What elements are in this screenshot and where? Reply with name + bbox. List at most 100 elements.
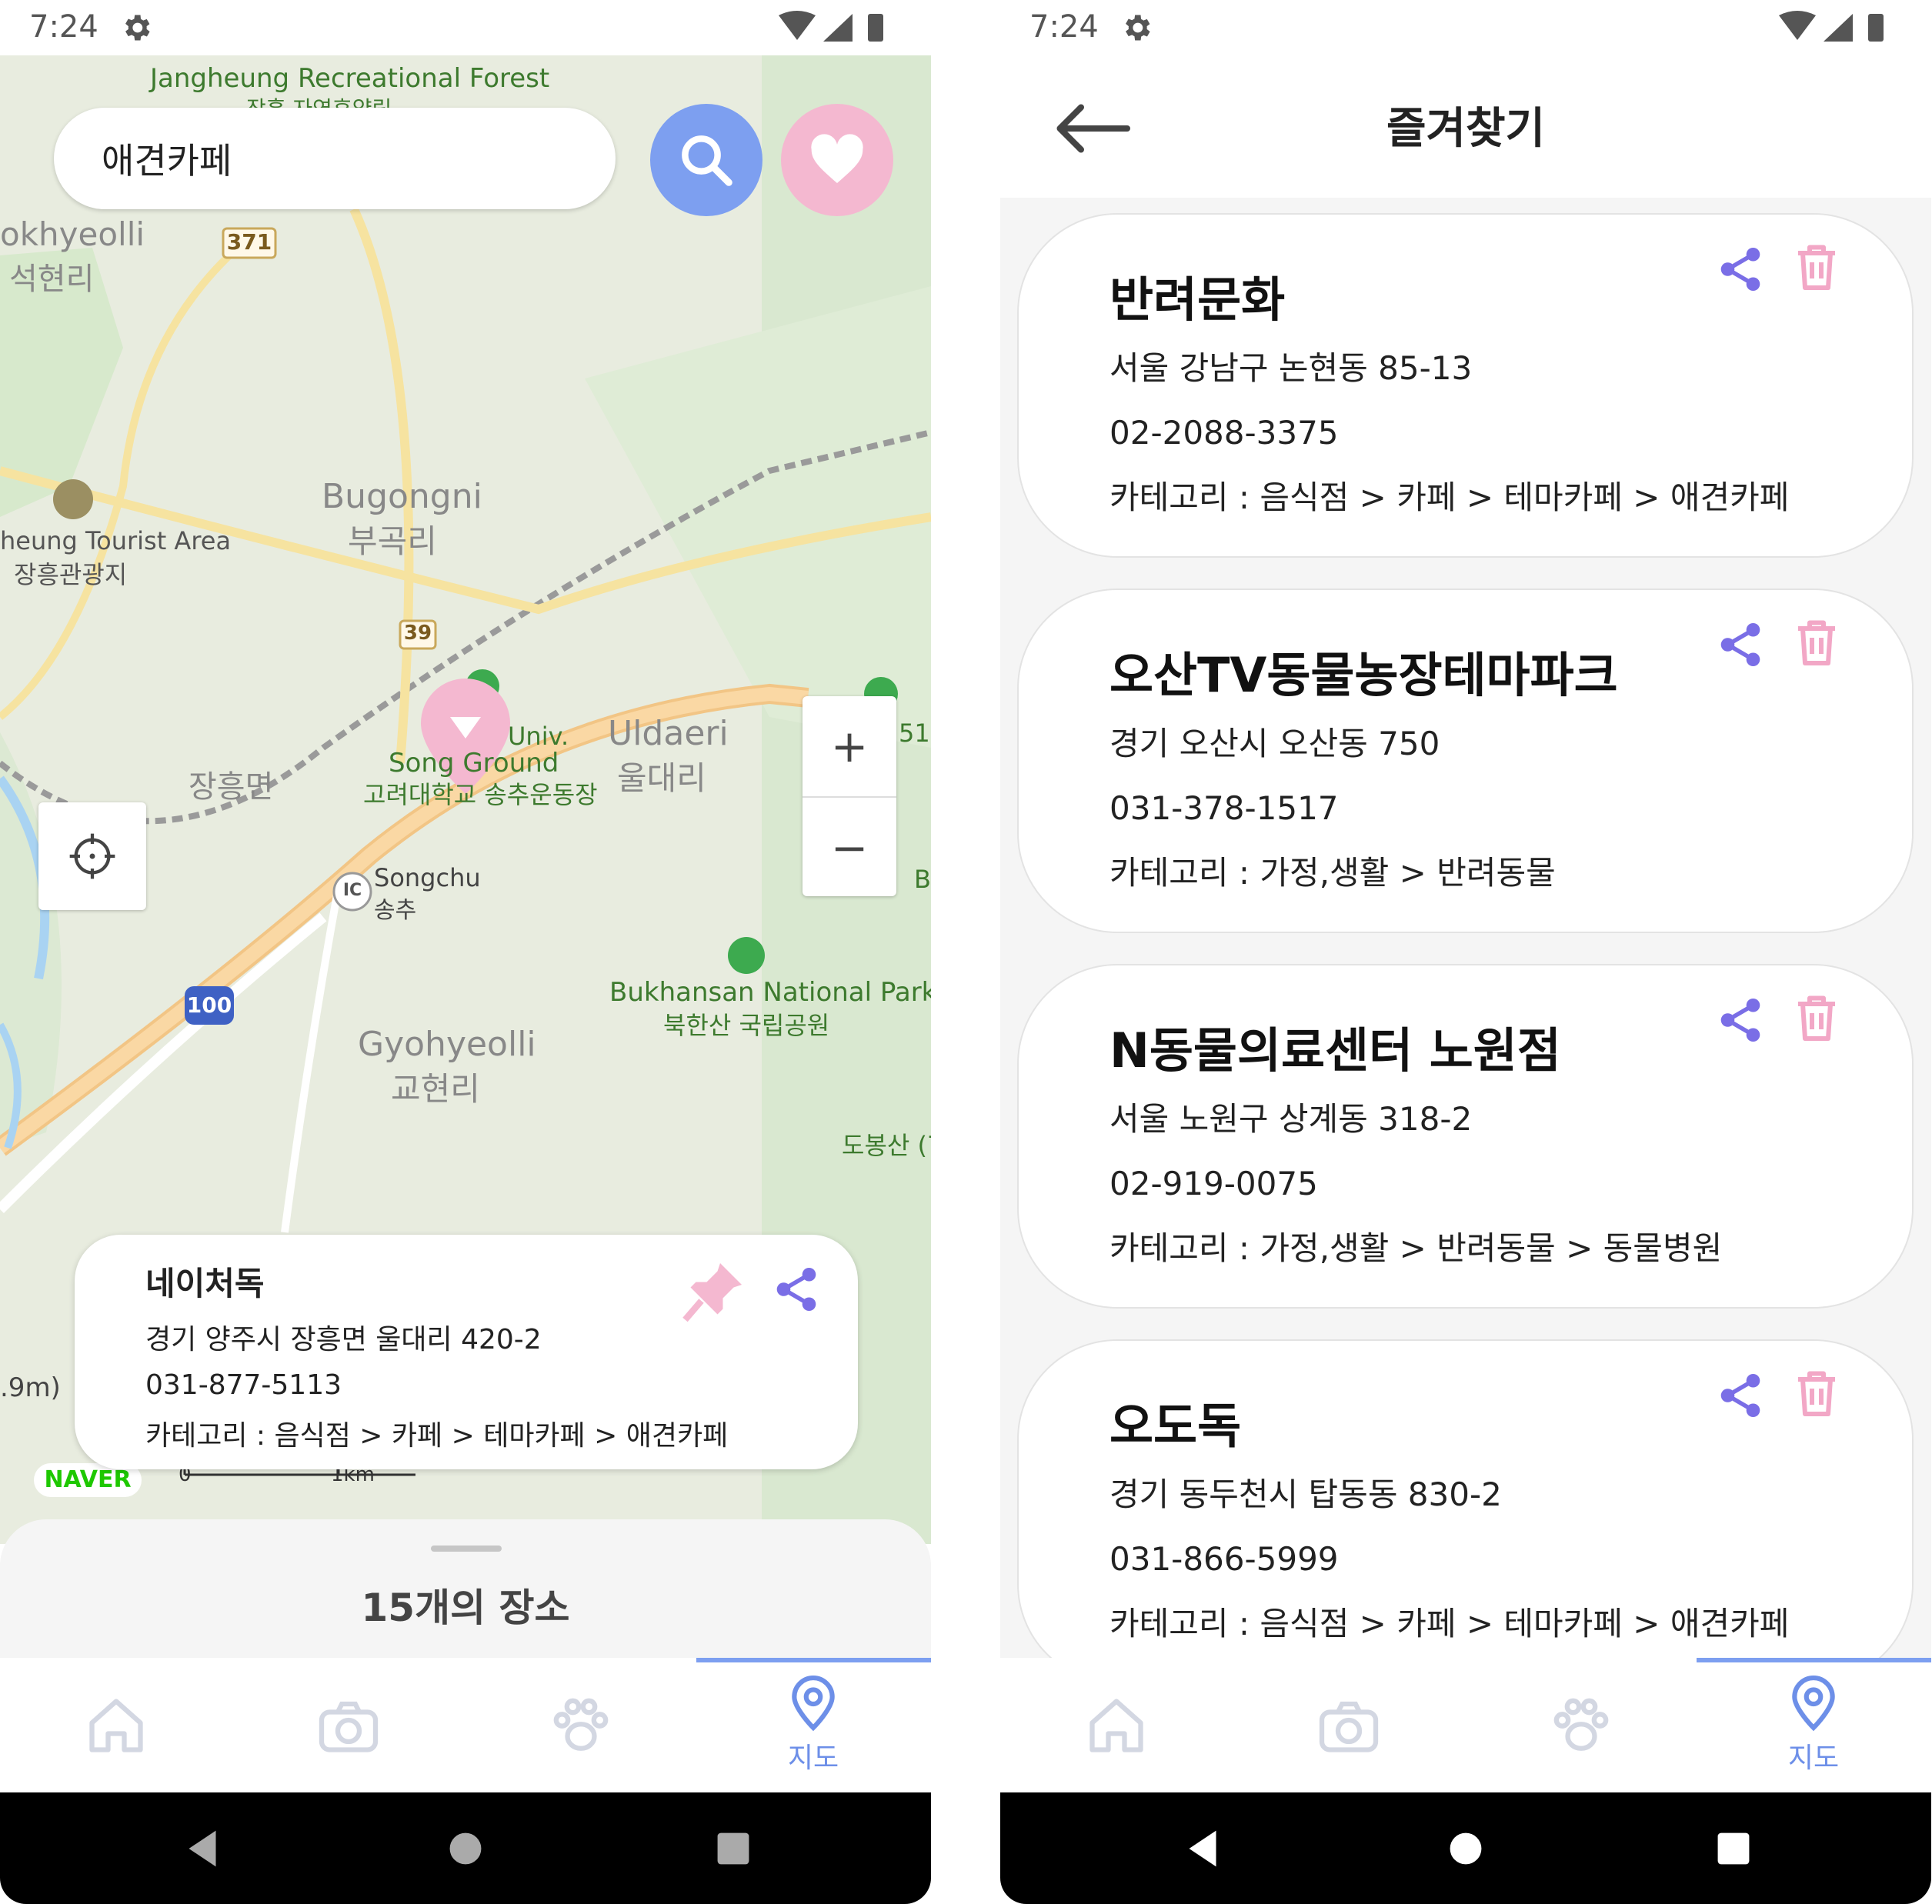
place-list-sheet[interactable]: 15개의 장소 xyxy=(0,1519,931,1658)
map-label-tourist-ko: 장흥관광지 xyxy=(14,560,128,589)
place-card[interactable]: 네이처독 경기 양주시 장흥면 울대리 420-2 031-877-5113 카… xyxy=(75,1235,858,1469)
map-label-gyohyeolli-ko: 교현리 xyxy=(391,1070,480,1108)
map-label-univ-ko: 고려대학교 송추운동장 xyxy=(363,780,598,809)
nav-map-label: 지도 xyxy=(1787,1742,1840,1774)
signal-icon xyxy=(1824,14,1853,42)
map-label-ic: IC xyxy=(342,881,362,900)
map-label-univ: Univ. xyxy=(508,722,569,751)
search-button[interactable] xyxy=(650,104,762,216)
favorite-card[interactable]: N동물의료센터 노원점 서울 노원구 상계동 318-2 02-919-0075… xyxy=(1017,964,1914,1309)
paw-icon xyxy=(553,1698,609,1751)
home-icon xyxy=(1089,1698,1143,1752)
map-label-forest: Jangheung Recreational Forest xyxy=(150,63,550,94)
map-label-song-ground: Song Ground xyxy=(389,748,559,779)
back-triangle-icon[interactable] xyxy=(175,1822,229,1876)
favorite-address: 서울 노원구 상계동 318-2 xyxy=(1109,1100,1473,1138)
heart-icon xyxy=(811,134,863,183)
map-label-seokhyeolli: okhyeolli xyxy=(0,215,145,253)
share-icon[interactable] xyxy=(1715,995,1766,1045)
sheet-handle[interactable] xyxy=(431,1546,502,1552)
trash-icon[interactable] xyxy=(1789,239,1844,295)
system-status-icons xyxy=(779,11,883,42)
map-label-forest-ko: 장흥 자연휴양림 xyxy=(246,92,392,108)
map-view[interactable]: Jangheung Recreational Forest 장흥 자연휴양림 o… xyxy=(0,55,931,1544)
camera-icon xyxy=(1319,1701,1379,1752)
camera-icon xyxy=(319,1701,379,1752)
nav-map-label: 지도 xyxy=(787,1742,839,1774)
share-icon[interactable] xyxy=(1715,1370,1766,1421)
map-label-gyohyeolli: Gyohyeolli xyxy=(358,1025,536,1064)
favorite-phone: 02-2088-3375 xyxy=(1109,414,1339,452)
gear-icon xyxy=(1126,15,1150,41)
zoom-in-button[interactable]: + xyxy=(802,696,896,796)
favorites-list[interactable]: 반려문화 서울 강남구 논현동 85-13 02-2088-3375 카테고리 … xyxy=(1000,198,1931,1658)
favorites-button[interactable] xyxy=(781,104,893,216)
favorite-address: 서울 강남구 논현동 85-13 xyxy=(1109,349,1473,387)
map-label-songchu-ko: 송추 xyxy=(374,897,417,924)
bottom-nav: 지도 xyxy=(0,1658,931,1792)
wifi-icon xyxy=(1779,11,1816,40)
zoom-out-button[interactable]: − xyxy=(802,796,896,898)
trash-icon[interactable] xyxy=(1789,990,1844,1045)
favorite-card[interactable]: 반려문화 서울 강남구 논현동 85-13 02-2088-3375 카테고리 … xyxy=(1017,213,1914,558)
home-icon xyxy=(89,1698,143,1752)
system-nav-bar xyxy=(0,1792,931,1904)
map-label-9m: .9m) xyxy=(0,1372,61,1403)
map-label-b: B xyxy=(914,865,931,894)
nav-camera[interactable] xyxy=(1233,1658,1465,1792)
share-icon[interactable] xyxy=(771,1264,822,1315)
favorite-phone: 02-919-0075 xyxy=(1109,1165,1318,1202)
route-100-label: 100 xyxy=(186,992,232,1018)
trash-icon[interactable] xyxy=(1789,1365,1844,1421)
map-screen: 7:24 Jangheung Recreational Forest okhye… xyxy=(0,0,931,1904)
nav-home[interactable] xyxy=(0,1658,232,1792)
battery-icon xyxy=(868,14,883,42)
trash-icon[interactable] xyxy=(1789,615,1844,670)
favorite-address: 경기 오산시 오산동 750 xyxy=(1109,725,1440,762)
map-marker-icon xyxy=(1792,1675,1835,1731)
nav-home[interactable] xyxy=(1000,1658,1233,1792)
bottom-nav: 지도 xyxy=(1000,1658,1931,1792)
map-label-bugongni: Bugongni xyxy=(322,477,482,516)
battery-icon xyxy=(1868,14,1884,42)
nav-pet[interactable] xyxy=(465,1658,697,1792)
map-label-jangheung-ko: 장흥면 xyxy=(189,769,274,805)
home-circle-icon[interactable] xyxy=(1439,1822,1493,1876)
recents-square-icon[interactable] xyxy=(706,1822,760,1876)
favorite-category: 카테고리 : 음식점 > 카페 > 테마카페 > 애견카페 xyxy=(1109,479,1790,516)
map-label-uldaeri: Uldaeri xyxy=(608,714,729,753)
place-phone: 031-877-5113 xyxy=(145,1369,342,1401)
place-category: 카테고리 : 음식점 > 카페 > 테마카페 > 애견카페 xyxy=(145,1420,729,1452)
route-39-label: 39 xyxy=(403,622,432,645)
pushpin-icon[interactable] xyxy=(682,1258,747,1322)
favorite-category: 카테고리 : 가정,생활 > 반려동물 > 동물병원 xyxy=(1109,1229,1723,1267)
my-location-button[interactable] xyxy=(38,802,146,910)
favorite-address: 경기 동두천시 탑동동 830-2 xyxy=(1109,1476,1502,1513)
app-header: 즐겨찾기 xyxy=(1000,55,1931,198)
nav-pet[interactable] xyxy=(1465,1658,1697,1792)
recents-square-icon[interactable] xyxy=(1707,1822,1760,1876)
signal-icon xyxy=(823,14,853,42)
map-label-51: 51r xyxy=(899,719,931,748)
favorites-screen: 7:24 즐겨찾기 반려문화 서울 강남구 논현동 85-13 02-2088-… xyxy=(1000,0,1931,1904)
favorite-phone: 031-866-5999 xyxy=(1109,1540,1339,1578)
favorite-card[interactable]: 오산TV동물농장테마파크 경기 오산시 오산동 750 031-378-1517… xyxy=(1017,589,1914,933)
map-label-bukhansan: Bukhansan National Park xyxy=(609,977,931,1008)
favorite-card[interactable]: 오도독 경기 동두천시 탑동동 830-2 031-866-5999 카테고리 … xyxy=(1017,1339,1914,1658)
share-icon[interactable] xyxy=(1715,244,1766,295)
status-time: 7:24 xyxy=(1029,9,1099,45)
nav-map[interactable]: 지도 xyxy=(697,1658,929,1792)
share-icon[interactable] xyxy=(1715,619,1766,670)
map-label-bukhansan-ko: 북한산 국립공원 xyxy=(663,1011,830,1040)
search-input[interactable] xyxy=(100,137,565,180)
wifi-icon xyxy=(779,11,816,40)
nav-camera[interactable] xyxy=(232,1658,465,1792)
search-bar[interactable] xyxy=(54,108,616,209)
nav-map[interactable]: 지도 xyxy=(1697,1658,1930,1792)
map-marker-icon xyxy=(792,1675,835,1731)
paw-icon xyxy=(1553,1698,1609,1751)
favorite-phone: 031-378-1517 xyxy=(1109,789,1339,827)
back-triangle-icon[interactable] xyxy=(1176,1822,1230,1876)
system-status-icons xyxy=(1779,11,1884,42)
home-circle-icon[interactable] xyxy=(439,1822,492,1876)
